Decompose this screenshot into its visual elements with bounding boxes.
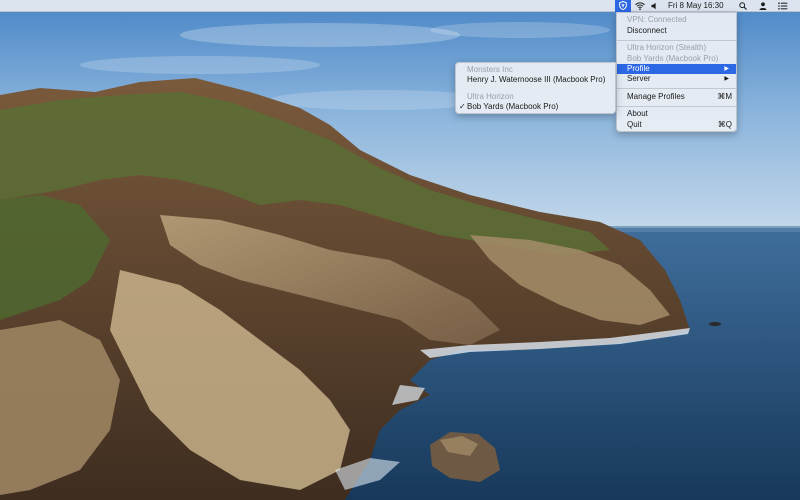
- about-menu-item[interactable]: About: [617, 109, 736, 119]
- submenu-arrow-icon: ▶: [724, 76, 729, 82]
- search-icon[interactable]: [737, 0, 749, 12]
- server-label: Server: [627, 74, 651, 83]
- quit-label: Quit: [627, 120, 642, 129]
- profile-item-henry[interactable]: Henry J. Waternoose III (Macbook Pro): [456, 75, 615, 85]
- menubar-clock[interactable]: Fri 8 May 16:30: [668, 0, 730, 12]
- manage-profiles-label: Manage Profiles: [627, 92, 685, 101]
- manage-profiles-menu-item[interactable]: Manage Profiles ⌘M: [617, 92, 736, 102]
- profile-menu-item[interactable]: Profile ▶: [617, 64, 736, 74]
- wifi-icon[interactable]: [633, 0, 647, 12]
- quit-menu-item[interactable]: Quit ⌘Q: [617, 120, 736, 130]
- profile-item-label: Bob Yards (Macbook Pro): [467, 102, 559, 111]
- submenu-group-header: Monsters Inc: [467, 65, 513, 74]
- menu-bar: Fri 8 May 16:30: [0, 0, 800, 12]
- current-profile-label: Bob Yards (Macbook Pro): [627, 54, 719, 63]
- quit-shortcut: ⌘Q: [717, 120, 732, 129]
- vpn-status-label: VPN: Connected: [627, 15, 687, 24]
- about-label: About: [627, 109, 648, 118]
- disconnect-label: Disconnect: [627, 26, 667, 35]
- disconnect-menu-item[interactable]: Disconnect: [617, 26, 736, 36]
- list-icon[interactable]: [776, 0, 790, 12]
- server-menu-item[interactable]: Server ▶: [617, 74, 736, 84]
- checkmark-icon: ✓: [459, 102, 466, 111]
- menu-separator: [617, 106, 736, 107]
- volume-icon[interactable]: [649, 0, 659, 12]
- profile-item-bob[interactable]: ✓ Bob Yards (Macbook Pro): [456, 102, 615, 112]
- current-server-label: Ultra Horizon (Stealth): [627, 43, 707, 52]
- vpn-shield-icon[interactable]: [615, 0, 631, 12]
- manage-profiles-shortcut: ⌘M: [717, 92, 732, 101]
- menu-separator: [617, 88, 736, 89]
- profile-item-label: Henry J. Waternoose III (Macbook Pro): [467, 75, 606, 84]
- user-icon[interactable]: [757, 0, 769, 12]
- menu-separator: [617, 40, 736, 41]
- profile-submenu: Monsters Inc Henry J. Waternoose III (Ma…: [455, 62, 616, 114]
- submenu-group-header: Ultra Horizon: [467, 92, 514, 101]
- profile-label: Profile: [627, 64, 650, 73]
- submenu-arrow-icon: ▶: [724, 66, 729, 72]
- vpn-dropdown-menu: VPN: Connected Disconnect Ultra Horizon …: [616, 12, 737, 132]
